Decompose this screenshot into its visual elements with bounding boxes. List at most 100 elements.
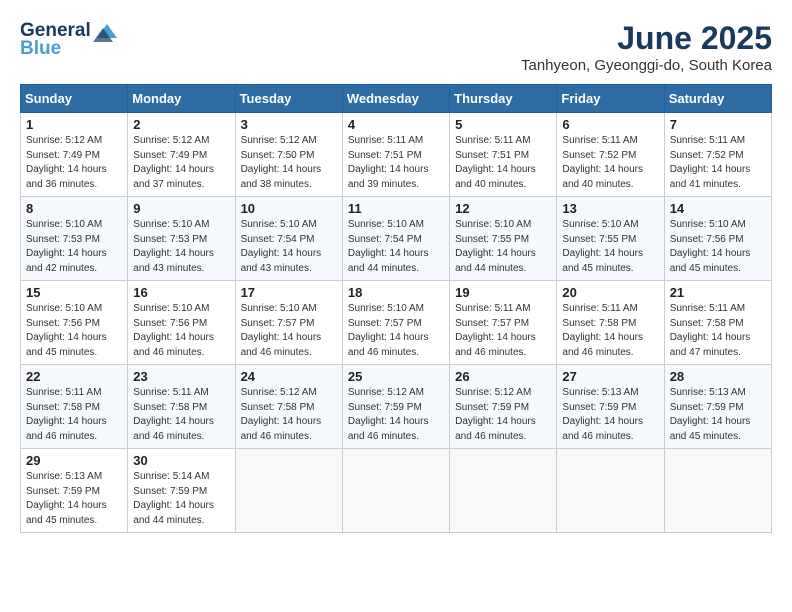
calendar-cell: 27 Sunrise: 5:13 AM Sunset: 7:59 PM Dayli… [557, 365, 664, 449]
calendar-cell: 7 Sunrise: 5:11 AM Sunset: 7:52 PM Daylig… [664, 113, 771, 197]
logo: General Blue [20, 20, 119, 60]
day-number: 23 [133, 369, 229, 384]
calendar-cell: 20 Sunrise: 5:11 AM Sunset: 7:58 PM Dayli… [557, 281, 664, 365]
day-info: Sunrise: 5:11 AM Sunset: 7:51 PM Dayligh… [348, 134, 444, 192]
day-info: Sunrise: 5:13 AM Sunset: 7:59 PM Dayligh… [670, 386, 766, 444]
day-info: Sunrise: 5:10 AM Sunset: 7:56 PM Dayligh… [133, 302, 229, 360]
day-number: 4 [348, 117, 444, 132]
calendar-cell [664, 449, 771, 533]
calendar-cell: 11 Sunrise: 5:10 AM Sunset: 7:54 PM Dayli… [342, 197, 449, 281]
day-number: 24 [241, 369, 337, 384]
calendar-cell: 9 Sunrise: 5:10 AM Sunset: 7:53 PM Daylig… [128, 197, 235, 281]
day-info: Sunrise: 5:10 AM Sunset: 7:53 PM Dayligh… [133, 218, 229, 276]
day-number: 26 [455, 369, 551, 384]
day-info: Sunrise: 5:12 AM Sunset: 7:58 PM Dayligh… [241, 386, 337, 444]
calendar-cell: 25 Sunrise: 5:12 AM Sunset: 7:59 PM Dayli… [342, 365, 449, 449]
day-info: Sunrise: 5:12 AM Sunset: 7:59 PM Dayligh… [455, 386, 551, 444]
day-number: 9 [133, 201, 229, 216]
calendar-cell: 15Sunrise: 5:10 AM Sunset: 7:56 PM Dayli… [21, 281, 128, 365]
day-info: Sunrise: 5:14 AM Sunset: 7:59 PM Dayligh… [133, 470, 229, 528]
calendar-cell: 2Sunrise: 5:12 AM Sunset: 7:49 PM Daylig… [128, 113, 235, 197]
day-info: Sunrise: 5:10 AM Sunset: 7:53 PM Dayligh… [26, 218, 122, 276]
day-number: 19 [455, 285, 551, 300]
calendar-cell: 4 Sunrise: 5:11 AM Sunset: 7:51 PM Daylig… [342, 113, 449, 197]
calendar-header-row: SundayMondayTuesdayWednesdayThursdayFrid… [21, 85, 772, 113]
day-info: Sunrise: 5:13 AM Sunset: 7:59 PM Dayligh… [26, 470, 122, 528]
day-number: 3 [241, 117, 337, 132]
calendar-week-2: 8 Sunrise: 5:10 AM Sunset: 7:53 PM Daylig… [21, 197, 772, 281]
calendar-cell: 18 Sunrise: 5:10 AM Sunset: 7:57 PM Dayli… [342, 281, 449, 365]
day-info: Sunrise: 5:10 AM Sunset: 7:55 PM Dayligh… [455, 218, 551, 276]
calendar-cell: 6 Sunrise: 5:11 AM Sunset: 7:52 PM Daylig… [557, 113, 664, 197]
day-number: 22 [26, 369, 122, 384]
calendar-cell: 16 Sunrise: 5:10 AM Sunset: 7:56 PM Dayli… [128, 281, 235, 365]
day-info: Sunrise: 5:11 AM Sunset: 7:57 PM Dayligh… [455, 302, 551, 360]
day-number: 12 [455, 201, 551, 216]
day-info: Sunrise: 5:11 AM Sunset: 7:58 PM Dayligh… [562, 302, 658, 360]
col-header-thursday: Thursday [450, 85, 557, 113]
day-info: Sunrise: 5:11 AM Sunset: 7:58 PM Dayligh… [670, 302, 766, 360]
logo-blue: Blue [20, 38, 61, 60]
col-header-monday: Monday [128, 85, 235, 113]
calendar-cell [450, 449, 557, 533]
calendar-week-5: 29 Sunrise: 5:13 AM Sunset: 7:59 PM Dayli… [21, 449, 772, 533]
calendar-week-1: 1 Sunrise: 5:12 AM Sunset: 7:49 PM Daylig… [21, 113, 772, 197]
title-area: June 2025 Tanhyeon, Gyeonggi-do, South K… [521, 20, 772, 74]
calendar-cell: 5Sunrise: 5:11 AM Sunset: 7:51 PM Daylig… [450, 113, 557, 197]
calendar-week-3: 15 Sunrise: 5:10 AM Sunset: 7:56 PM Dayli… [21, 281, 772, 365]
day-info: Sunrise: 5:13 AM Sunset: 7:59 PM Dayligh… [562, 386, 658, 444]
calendar-cell [557, 449, 664, 533]
calendar-cell: 8 Sunrise: 5:10 AM Sunset: 7:53 PM Daylig… [21, 197, 128, 281]
calendar-cell: 10 Sunrise: 5:10 AM Sunset: 7:54 PM Dayli… [235, 197, 342, 281]
day-number: 30 [133, 453, 229, 468]
day-info: Sunrise: 5:12 AM Sunset: 7:49 PM Dayligh… [26, 134, 122, 192]
day-number: 6 [562, 117, 658, 132]
location: Tanhyeon, Gyeonggi-do, South Korea [521, 57, 772, 74]
calendar-cell: 3Sunrise: 5:12 AM Sunset: 7:50 PM Daylig… [235, 113, 342, 197]
day-info: Sunrise: 5:11 AM Sunset: 7:52 PM Dayligh… [562, 134, 658, 192]
day-info: Sunrise: 5:10 AM Sunset: 7:54 PM Dayligh… [241, 218, 337, 276]
day-number: 15 [26, 285, 122, 300]
day-number: 25 [348, 369, 444, 384]
calendar-cell: 26 Sunrise: 5:12 AM Sunset: 7:59 PM Dayli… [450, 365, 557, 449]
calendar-cell: 19 Sunrise: 5:11 AM Sunset: 7:57 PM Dayli… [450, 281, 557, 365]
calendar-cell: 13 Sunrise: 5:10 AM Sunset: 7:55 PM Dayli… [557, 197, 664, 281]
day-number: 8 [26, 201, 122, 216]
day-number: 18 [348, 285, 444, 300]
day-info: Sunrise: 5:11 AM Sunset: 7:58 PM Dayligh… [133, 386, 229, 444]
calendar-cell: 24 Sunrise: 5:12 AM Sunset: 7:58 PM Dayli… [235, 365, 342, 449]
calendar-cell: 12 Sunrise: 5:10 AM Sunset: 7:55 PM Dayli… [450, 197, 557, 281]
day-info: Sunrise: 5:10 AM Sunset: 7:57 PM Dayligh… [241, 302, 337, 360]
col-header-saturday: Saturday [664, 85, 771, 113]
day-info: Sunrise: 5:11 AM Sunset: 7:52 PM Dayligh… [670, 134, 766, 192]
day-info: Sunrise: 5:10 AM Sunset: 7:55 PM Dayligh… [562, 218, 658, 276]
day-number: 21 [670, 285, 766, 300]
day-number: 1 [26, 117, 122, 132]
day-number: 20 [562, 285, 658, 300]
day-number: 16 [133, 285, 229, 300]
day-number: 7 [670, 117, 766, 132]
day-number: 13 [562, 201, 658, 216]
day-number: 11 [348, 201, 444, 216]
day-number: 28 [670, 369, 766, 384]
page-header: General Blue June 2025 Tanhyeon, Gyeongg… [20, 20, 772, 74]
calendar-week-4: 22 Sunrise: 5:11 AM Sunset: 7:58 PM Dayli… [21, 365, 772, 449]
day-number: 29 [26, 453, 122, 468]
day-info: Sunrise: 5:11 AM Sunset: 7:58 PM Dayligh… [26, 386, 122, 444]
day-number: 27 [562, 369, 658, 384]
col-header-sunday: Sunday [21, 85, 128, 113]
day-number: 2 [133, 117, 229, 132]
day-number: 17 [241, 285, 337, 300]
day-number: 10 [241, 201, 337, 216]
day-number: 14 [670, 201, 766, 216]
day-info: Sunrise: 5:10 AM Sunset: 7:54 PM Dayligh… [348, 218, 444, 276]
day-info: Sunrise: 5:12 AM Sunset: 7:59 PM Dayligh… [348, 386, 444, 444]
day-info: Sunrise: 5:10 AM Sunset: 7:57 PM Dayligh… [348, 302, 444, 360]
calendar-cell: 30 Sunrise: 5:14 AM Sunset: 7:59 PM Dayli… [128, 449, 235, 533]
calendar-cell: 29 Sunrise: 5:13 AM Sunset: 7:59 PM Dayli… [21, 449, 128, 533]
calendar-table: SundayMondayTuesdayWednesdayThursdayFrid… [20, 84, 772, 533]
logo-icon [93, 20, 119, 42]
month-title: June 2025 [521, 20, 772, 57]
calendar-cell [235, 449, 342, 533]
col-header-friday: Friday [557, 85, 664, 113]
